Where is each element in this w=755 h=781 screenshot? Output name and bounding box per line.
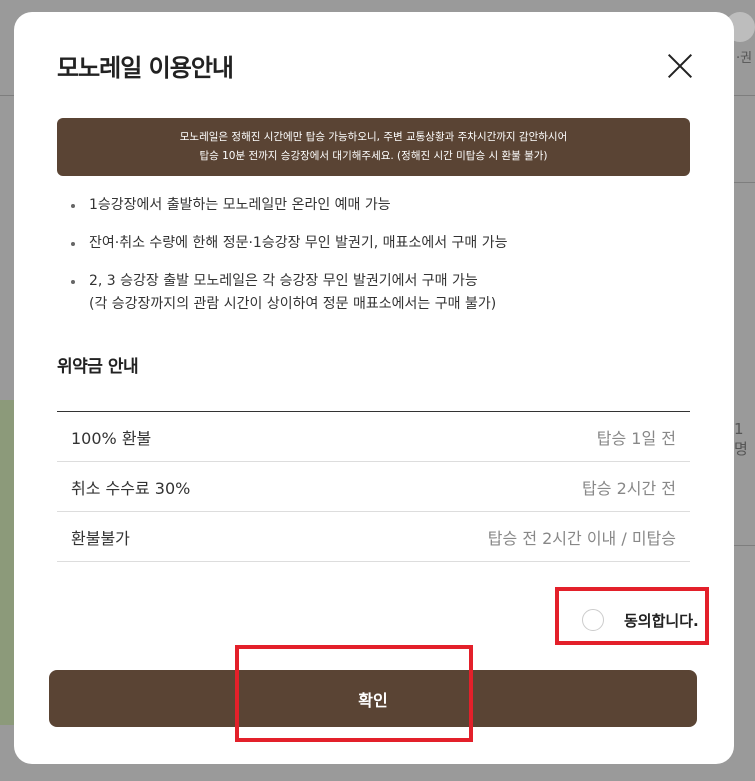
table-row: 취소 수수료 30% 탑승 2시간 전 — [57, 462, 690, 512]
refund-type: 100% 환불 — [71, 428, 152, 448]
refund-type: 환불불가 — [71, 528, 130, 548]
refund-table: 100% 환불 탑승 1일 전 취소 수수료 30% 탑승 2시간 전 환불불가… — [57, 411, 690, 562]
list-item: 1승강장에서 출발하는 모노레일만 온라인 예매 가능 — [57, 194, 697, 217]
info-list: 1승강장에서 출발하는 모노레일만 온라인 예매 가능 잔여·취소 수량에 한해… — [57, 194, 697, 331]
list-item-text: 잔여·취소 수량에 한해 정문·1승강장 무인 발권기, 매표소에서 구매 가능 — [89, 235, 508, 251]
background-map-image — [0, 400, 14, 725]
notice-banner: 모노레일은 정해진 시간에만 탑승 가능하오니, 주변 교통상황과 주차시간까지… — [57, 118, 690, 176]
close-icon[interactable] — [664, 50, 696, 82]
list-item: 2, 3 승강장 출발 모노레일은 각 승강장 무인 발권기에서 구매 가능 (… — [57, 270, 697, 316]
refund-condition: 탑승 1일 전 — [596, 428, 676, 448]
refund-condition: 탑승 2시간 전 — [582, 478, 676, 498]
refund-type: 취소 수수료 30% — [71, 478, 191, 498]
monorail-info-modal: 모노레일 이용안내 모노레일은 정해진 시간에만 탑승 가능하오니, 주변 교통… — [14, 12, 734, 764]
background-divider — [734, 182, 755, 183]
list-item: 잔여·취소 수량에 한해 정문·1승강장 무인 발권기, 매표소에서 구매 가능 — [57, 232, 697, 255]
table-row: 환불불가 탑승 전 2시간 이내 / 미탑승 — [57, 512, 690, 562]
background-divider — [734, 545, 755, 546]
list-item-text: 2, 3 승강장 출발 모노레일은 각 승강장 무인 발권기에서 구매 가능 — [89, 273, 478, 289]
confirm-button[interactable]: 확인 — [49, 670, 697, 727]
refund-section-title: 위약금 안내 — [57, 357, 139, 377]
modal-title: 모노레일 이용안내 — [57, 54, 234, 82]
notice-line: 모노레일은 정해진 시간에만 탑승 가능하오니, 주변 교통상황과 주차시간까지… — [179, 131, 568, 143]
list-item-text: (각 승강장까지의 관람 시간이 상이하여 정문 매표소에서는 구매 불가) — [89, 296, 497, 312]
table-row: 100% 환불 탑승 1일 전 — [57, 412, 690, 462]
agree-radio[interactable] — [582, 609, 604, 631]
refund-condition: 탑승 전 2시간 이내 / 미탑승 — [487, 528, 676, 548]
list-item-text: 1승강장에서 출발하는 모노레일만 온라인 예매 가능 — [89, 197, 391, 213]
background-text: ·권 — [736, 51, 753, 66]
background-text: 1명 — [734, 420, 748, 458]
agree-checkbox[interactable]: 동의합니다. — [566, 599, 706, 641]
agree-label: 동의합니다. — [624, 611, 699, 630]
notice-line: 탑승 10분 전까지 승강장에서 대기해주세요. (정해진 시간 미탑승 시 환… — [199, 150, 548, 162]
